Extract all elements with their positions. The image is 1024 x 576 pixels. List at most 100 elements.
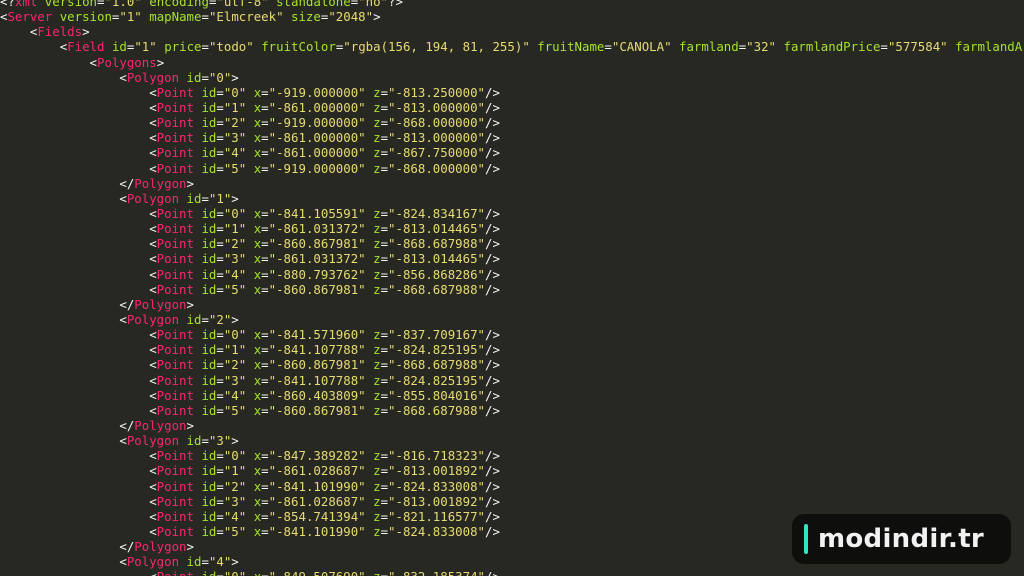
code-token-punc: =: [261, 99, 269, 115]
code-token-punc: =: [216, 327, 224, 343]
code-token-punc: <: [149, 251, 157, 267]
watermark-logo: modindir.tr: [792, 514, 1011, 564]
code-line[interactable]: <Point id="2" x="-860.867981" z="-868.68…: [0, 357, 1024, 372]
code-line[interactable]: </Polygon>: [0, 297, 1024, 312]
code-token-punc: <: [149, 281, 157, 297]
code-line[interactable]: <Field id="1" price="todo" fruitColor="r…: [0, 39, 1024, 54]
code-line[interactable]: <Point id="3" x="-861.000000" z="-813.00…: [0, 130, 1024, 145]
code-token-tag: Polygon: [134, 417, 187, 433]
code-token-attr: id: [201, 145, 217, 161]
code-token-tag: Polygon: [134, 175, 187, 191]
code-token-str: "0": [223, 327, 247, 343]
code-line[interactable]: <Point id="4" x="-861.000000" z="-867.75…: [0, 145, 1024, 160]
code-token-str: "4": [208, 554, 232, 570]
code-token-str: "4": [223, 145, 247, 161]
code-token-attr: standalone: [276, 0, 351, 9]
code-line[interactable]: <Point id="3" x="-861.031372" z="-813.01…: [0, 251, 1024, 266]
code-token-punc: [246, 115, 253, 130]
code-line[interactable]: <Fields>: [0, 24, 1024, 39]
code-token-punc: />: [485, 523, 500, 539]
code-line[interactable]: <Polygon id="2">: [0, 312, 1024, 327]
code-token-punc: [366, 161, 373, 176]
code-token-punc: [246, 282, 253, 297]
code-token-tag: Point: [156, 99, 194, 115]
code-line[interactable]: <Point id="0" x="-841.105591" z="-824.83…: [0, 206, 1024, 221]
code-token-punc: =: [380, 236, 389, 252]
code-line[interactable]: <Point id="1" x="-861.000000" z="-813.00…: [0, 100, 1024, 115]
code-token-punc: =: [216, 99, 224, 115]
code-line[interactable]: <Point id="5" x="-860.867981" z="-868.68…: [0, 403, 1024, 418]
code-token-punc: =: [216, 402, 224, 418]
code-token-punc: [246, 403, 253, 418]
code-token-tag: Polygon: [126, 433, 180, 449]
code-line[interactable]: <Server version="1" mapName="Elmcreek" s…: [0, 9, 1024, 24]
code-token-punc: =: [261, 221, 269, 237]
code-token-punc: =: [261, 448, 269, 464]
code-line[interactable]: <Polygon id="1">: [0, 191, 1024, 206]
code-token-punc: >: [186, 539, 194, 555]
code-token-punc: =: [380, 266, 389, 282]
code-token-punc: </: [119, 175, 135, 191]
code-token-punc: [246, 206, 253, 221]
code-line[interactable]: <Point id="3" x="-861.028687" z="-813.00…: [0, 494, 1024, 509]
code-token-attr: z: [373, 569, 380, 576]
code-token-attr: id: [201, 448, 217, 464]
code-line[interactable]: </Polygon>: [0, 418, 1024, 433]
code-token-punc: =: [380, 357, 389, 373]
code-line[interactable]: <Point id="4" x="-880.793762" z="-856.86…: [0, 267, 1024, 282]
code-line[interactable]: <Point id="1" x="-861.031372" z="-813.01…: [0, 221, 1024, 236]
code-token-punc: [52, 9, 59, 24]
code-token-attr: id: [201, 327, 217, 343]
code-token-punc: </: [119, 296, 135, 312]
code-token-punc: <: [149, 84, 157, 100]
code-line[interactable]: <Point id="4" x="-860.403809" z="-855.80…: [0, 388, 1024, 403]
code-token-punc: =: [216, 281, 224, 297]
code-line[interactable]: <Point id="0" x="-849.507690" z="-832.18…: [0, 569, 1024, 576]
code-line[interactable]: <Point id="3" x="-841.107788" z="-824.82…: [0, 373, 1024, 388]
code-token-punc: [366, 267, 373, 282]
code-token-str: "-841.107788": [268, 372, 366, 388]
code-token-punc: =: [216, 84, 224, 100]
code-line[interactable]: <Point id="1" x="-841.107788" z="-824.82…: [0, 342, 1024, 357]
code-token-punc: [246, 130, 253, 145]
code-line[interactable]: <?xml version="1.0" encoding="utf-8" sta…: [0, 0, 1024, 9]
code-line[interactable]: <Point id="2" x="-841.101990" z="-824.83…: [0, 479, 1024, 494]
code-line[interactable]: <Point id="0" x="-847.389282" z="-816.71…: [0, 448, 1024, 463]
code-line[interactable]: <Point id="0" x="-841.571960" z="-837.70…: [0, 327, 1024, 342]
code-token-punc: =: [216, 251, 224, 267]
code-line[interactable]: <Polygon id="0">: [0, 70, 1024, 85]
code-line[interactable]: <Point id="0" x="-919.000000" z="-813.25…: [0, 85, 1024, 100]
code-token-punc: =: [216, 569, 223, 576]
code-line[interactable]: <Point id="2" x="-919.000000" z="-868.00…: [0, 115, 1024, 130]
code-line[interactable]: <Polygon id="3">: [0, 433, 1024, 448]
code-line[interactable]: <Point id="2" x="-860.867981" z="-868.68…: [0, 236, 1024, 251]
code-token-punc: [366, 327, 373, 342]
code-view[interactable]: <?xml version = "1.0" encoding = "utf-8" sta…: [0, 0, 1024, 576]
code-token-punc: </: [119, 417, 135, 433]
code-token-punc: =: [261, 266, 269, 282]
code-token-attr: id: [201, 221, 217, 237]
code-token-punc: =: [380, 327, 389, 343]
code-line[interactable]: <Point id="5" x="-919.000000" z="-868.00…: [0, 161, 1024, 176]
code-token-str: "-880.793762": [268, 266, 366, 282]
code-line[interactable]: </Polygon>: [0, 176, 1024, 191]
code-token-punc: [104, 39, 111, 54]
code-line[interactable]: <Point id="5" x="-860.867981" z="-868.68…: [0, 282, 1024, 297]
code-token-str: "utf-8": [216, 0, 269, 9]
code-token-punc: =: [380, 160, 389, 176]
code-line[interactable]: <Point id="1" x="-861.028687" z="-813.00…: [0, 463, 1024, 478]
code-line[interactable]: <Polygons>: [0, 55, 1024, 70]
code-token-punc: =: [216, 130, 224, 146]
code-token-punc: <: [149, 493, 157, 509]
code-token-punc: [246, 448, 253, 463]
code-editor[interactable]: <?xml version = "1.0" encoding = "utf-8" sta…: [0, 0, 1024, 576]
code-token-punc: =: [201, 69, 209, 85]
code-token-str: "1": [119, 9, 142, 25]
code-token-punc: <: [149, 221, 157, 237]
code-token-attr: id: [201, 84, 217, 100]
code-token-punc: <: [149, 478, 157, 494]
